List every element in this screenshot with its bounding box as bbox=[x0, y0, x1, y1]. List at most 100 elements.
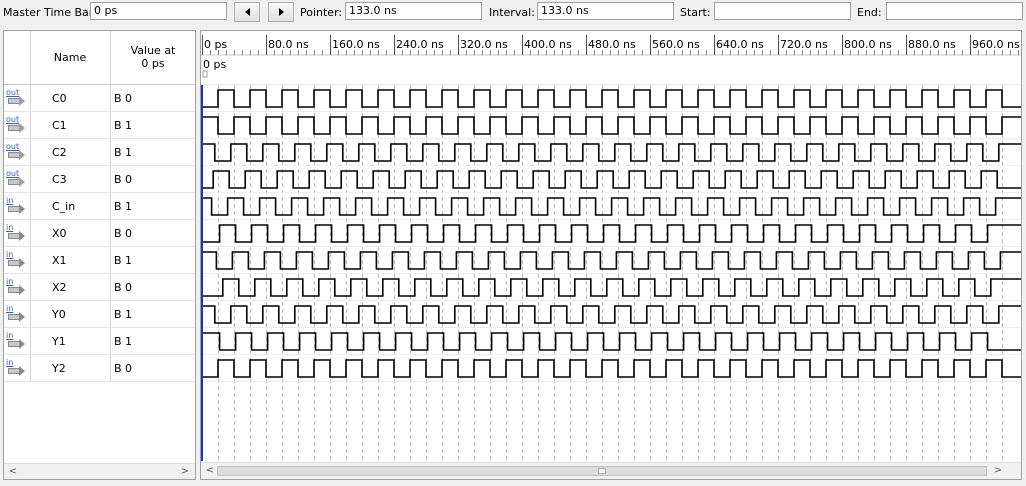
waveform-horizontal-scrollbar[interactable]: < > bbox=[201, 462, 1021, 479]
signal-waveform bbox=[202, 332, 1021, 351]
pointer-field[interactable]: 133.0 ns bbox=[345, 2, 482, 20]
signal-value: B 0 bbox=[114, 362, 133, 375]
waveform-canvas[interactable]: 0 ps 80.0 ns 160.0 ns 240.0 ns 320.0 ns 400.0… bbox=[201, 31, 1021, 479]
interval-field[interactable]: 133.0 ns bbox=[537, 2, 674, 20]
timeline-tick-label: 880.0 ns bbox=[908, 38, 956, 51]
signal-name[interactable]: Y2 bbox=[52, 355, 66, 382]
scroll-left-icon[interactable]: < bbox=[8, 467, 18, 477]
signal-row[interactable]: in Y2 B 0 bbox=[4, 355, 195, 382]
signal-row[interactable]: in Y1 B 1 bbox=[4, 328, 195, 355]
signal-row[interactable]: in C_in B 1 bbox=[4, 193, 195, 220]
signal-row[interactable]: in X1 B 1 bbox=[4, 247, 195, 274]
signal-value: B 1 bbox=[114, 200, 133, 213]
signal-value: B 0 bbox=[114, 173, 133, 186]
signal-name[interactable]: X2 bbox=[52, 274, 67, 301]
timeline-tick-label: 480.0 ns bbox=[588, 38, 636, 51]
scroll-right-icon[interactable]: > bbox=[993, 466, 1003, 476]
pin-direction-label: in bbox=[6, 304, 14, 313]
signal-value: B 0 bbox=[114, 227, 133, 240]
name-column-header[interactable]: Name bbox=[30, 31, 110, 85]
signal-name[interactable]: C3 bbox=[52, 166, 67, 193]
pin-direction-label: in bbox=[6, 277, 14, 286]
value-header-line1: Value at bbox=[130, 44, 176, 57]
pin-direction-label: out bbox=[6, 115, 20, 124]
pin-direction-label: out bbox=[6, 88, 20, 97]
icon-column-header bbox=[4, 31, 30, 85]
signal-name[interactable]: X1 bbox=[52, 247, 67, 274]
signal-value: B 0 bbox=[114, 281, 133, 294]
value-column-header[interactable]: Value at 0 ps bbox=[110, 31, 195, 85]
previous-transition-button[interactable] bbox=[234, 2, 260, 22]
output-pin-icon: out bbox=[6, 115, 26, 133]
start-label: Start: bbox=[680, 6, 711, 19]
pointer-label: Pointer: bbox=[300, 6, 343, 19]
scrollbar-grip-icon bbox=[598, 468, 606, 474]
timeline-tick-label: 80.0 ns bbox=[268, 38, 309, 51]
signal-name[interactable]: C1 bbox=[52, 112, 67, 139]
timeline-tick-label: 800.0 ns bbox=[844, 38, 892, 51]
input-pin-icon: in bbox=[6, 250, 26, 268]
signal-name[interactable]: C2 bbox=[52, 139, 67, 166]
timeline-tick-label: 960.0 ns bbox=[972, 38, 1020, 51]
signal-value: B 1 bbox=[114, 254, 133, 267]
pin-direction-label: in bbox=[6, 223, 14, 232]
timeline-tick-label: 240.0 ns bbox=[396, 38, 444, 51]
pin-direction-label: in bbox=[6, 196, 14, 205]
waveform-panel[interactable]: 0 ps 80.0 ns 160.0 ns 240.0 ns 320.0 ns 400.0… bbox=[200, 30, 1022, 480]
signal-name[interactable]: C0 bbox=[52, 85, 67, 112]
timeline-tick-label: 400.0 ns bbox=[524, 38, 572, 51]
master-time-bar-label: Master Time Bar: bbox=[3, 6, 97, 19]
input-pin-icon: in bbox=[6, 223, 26, 241]
signal-name[interactable]: C_in bbox=[52, 193, 75, 220]
signal-waveform bbox=[202, 89, 1021, 108]
scroll-left-icon[interactable]: < bbox=[205, 466, 215, 476]
signal-name[interactable]: X0 bbox=[52, 220, 67, 247]
start-field[interactable] bbox=[714, 2, 851, 20]
signal-waveform bbox=[202, 143, 1021, 162]
chevron-left-icon bbox=[244, 8, 250, 16]
signal-waveform bbox=[202, 251, 1021, 270]
signal-row[interactable]: out C2 B 1 bbox=[4, 139, 195, 166]
scrollbar-thumb[interactable] bbox=[217, 466, 987, 476]
interval-label: Interval: bbox=[489, 6, 535, 19]
timeline-tick-label: 560.0 ns bbox=[652, 38, 700, 51]
timeline-tick-label: 720.0 ns bbox=[780, 38, 828, 51]
left-horizontal-scrollbar[interactable]: < > bbox=[4, 463, 195, 479]
input-pin-icon: in bbox=[6, 358, 26, 376]
master-time-bar-field[interactable]: 0 ps bbox=[90, 2, 227, 20]
signal-table: Name Value at 0 ps out C0 B 0 out C1 B 1 out C2… bbox=[3, 30, 196, 480]
timeline-tick-label: 640.0 ns bbox=[716, 38, 764, 51]
master-time-marker-label: 0 ps bbox=[203, 58, 226, 71]
name-header-label: Name bbox=[53, 51, 87, 64]
pin-direction-label: in bbox=[6, 358, 14, 367]
master-time-marker-flag-icon bbox=[202, 70, 208, 78]
end-label: End: bbox=[857, 6, 882, 19]
pin-direction-label: in bbox=[6, 331, 14, 340]
signal-row[interactable]: in Y0 B 1 bbox=[4, 301, 195, 328]
input-pin-icon: in bbox=[6, 277, 26, 295]
signal-value: B 1 bbox=[114, 335, 133, 348]
signal-waveform bbox=[202, 116, 1021, 135]
input-pin-icon: in bbox=[6, 331, 26, 349]
output-pin-icon: out bbox=[6, 169, 26, 187]
signal-name[interactable]: Y1 bbox=[52, 328, 66, 355]
signal-value: B 1 bbox=[114, 146, 133, 159]
output-pin-icon: out bbox=[6, 88, 26, 106]
scroll-right-icon[interactable]: > bbox=[180, 467, 190, 477]
input-pin-icon: in bbox=[6, 304, 26, 322]
signal-row[interactable]: out C1 B 1 bbox=[4, 112, 195, 139]
signal-row[interactable]: in X2 B 0 bbox=[4, 274, 195, 301]
signal-name[interactable]: Y0 bbox=[52, 301, 66, 328]
pin-direction-label: in bbox=[6, 250, 14, 259]
chevron-right-icon bbox=[278, 8, 284, 16]
signal-value: B 1 bbox=[114, 308, 133, 321]
signal-waveform bbox=[202, 224, 1021, 243]
pin-direction-label: out bbox=[6, 142, 20, 151]
end-field[interactable] bbox=[886, 2, 1023, 20]
signal-waveform bbox=[202, 278, 1021, 297]
timeline-tick-label: 320.0 ns bbox=[460, 38, 508, 51]
signal-row[interactable]: in X0 B 0 bbox=[4, 220, 195, 247]
next-transition-button[interactable] bbox=[268, 2, 294, 22]
signal-row[interactable]: out C3 B 0 bbox=[4, 166, 195, 193]
signal-row[interactable]: out C0 B 0 bbox=[4, 85, 195, 112]
